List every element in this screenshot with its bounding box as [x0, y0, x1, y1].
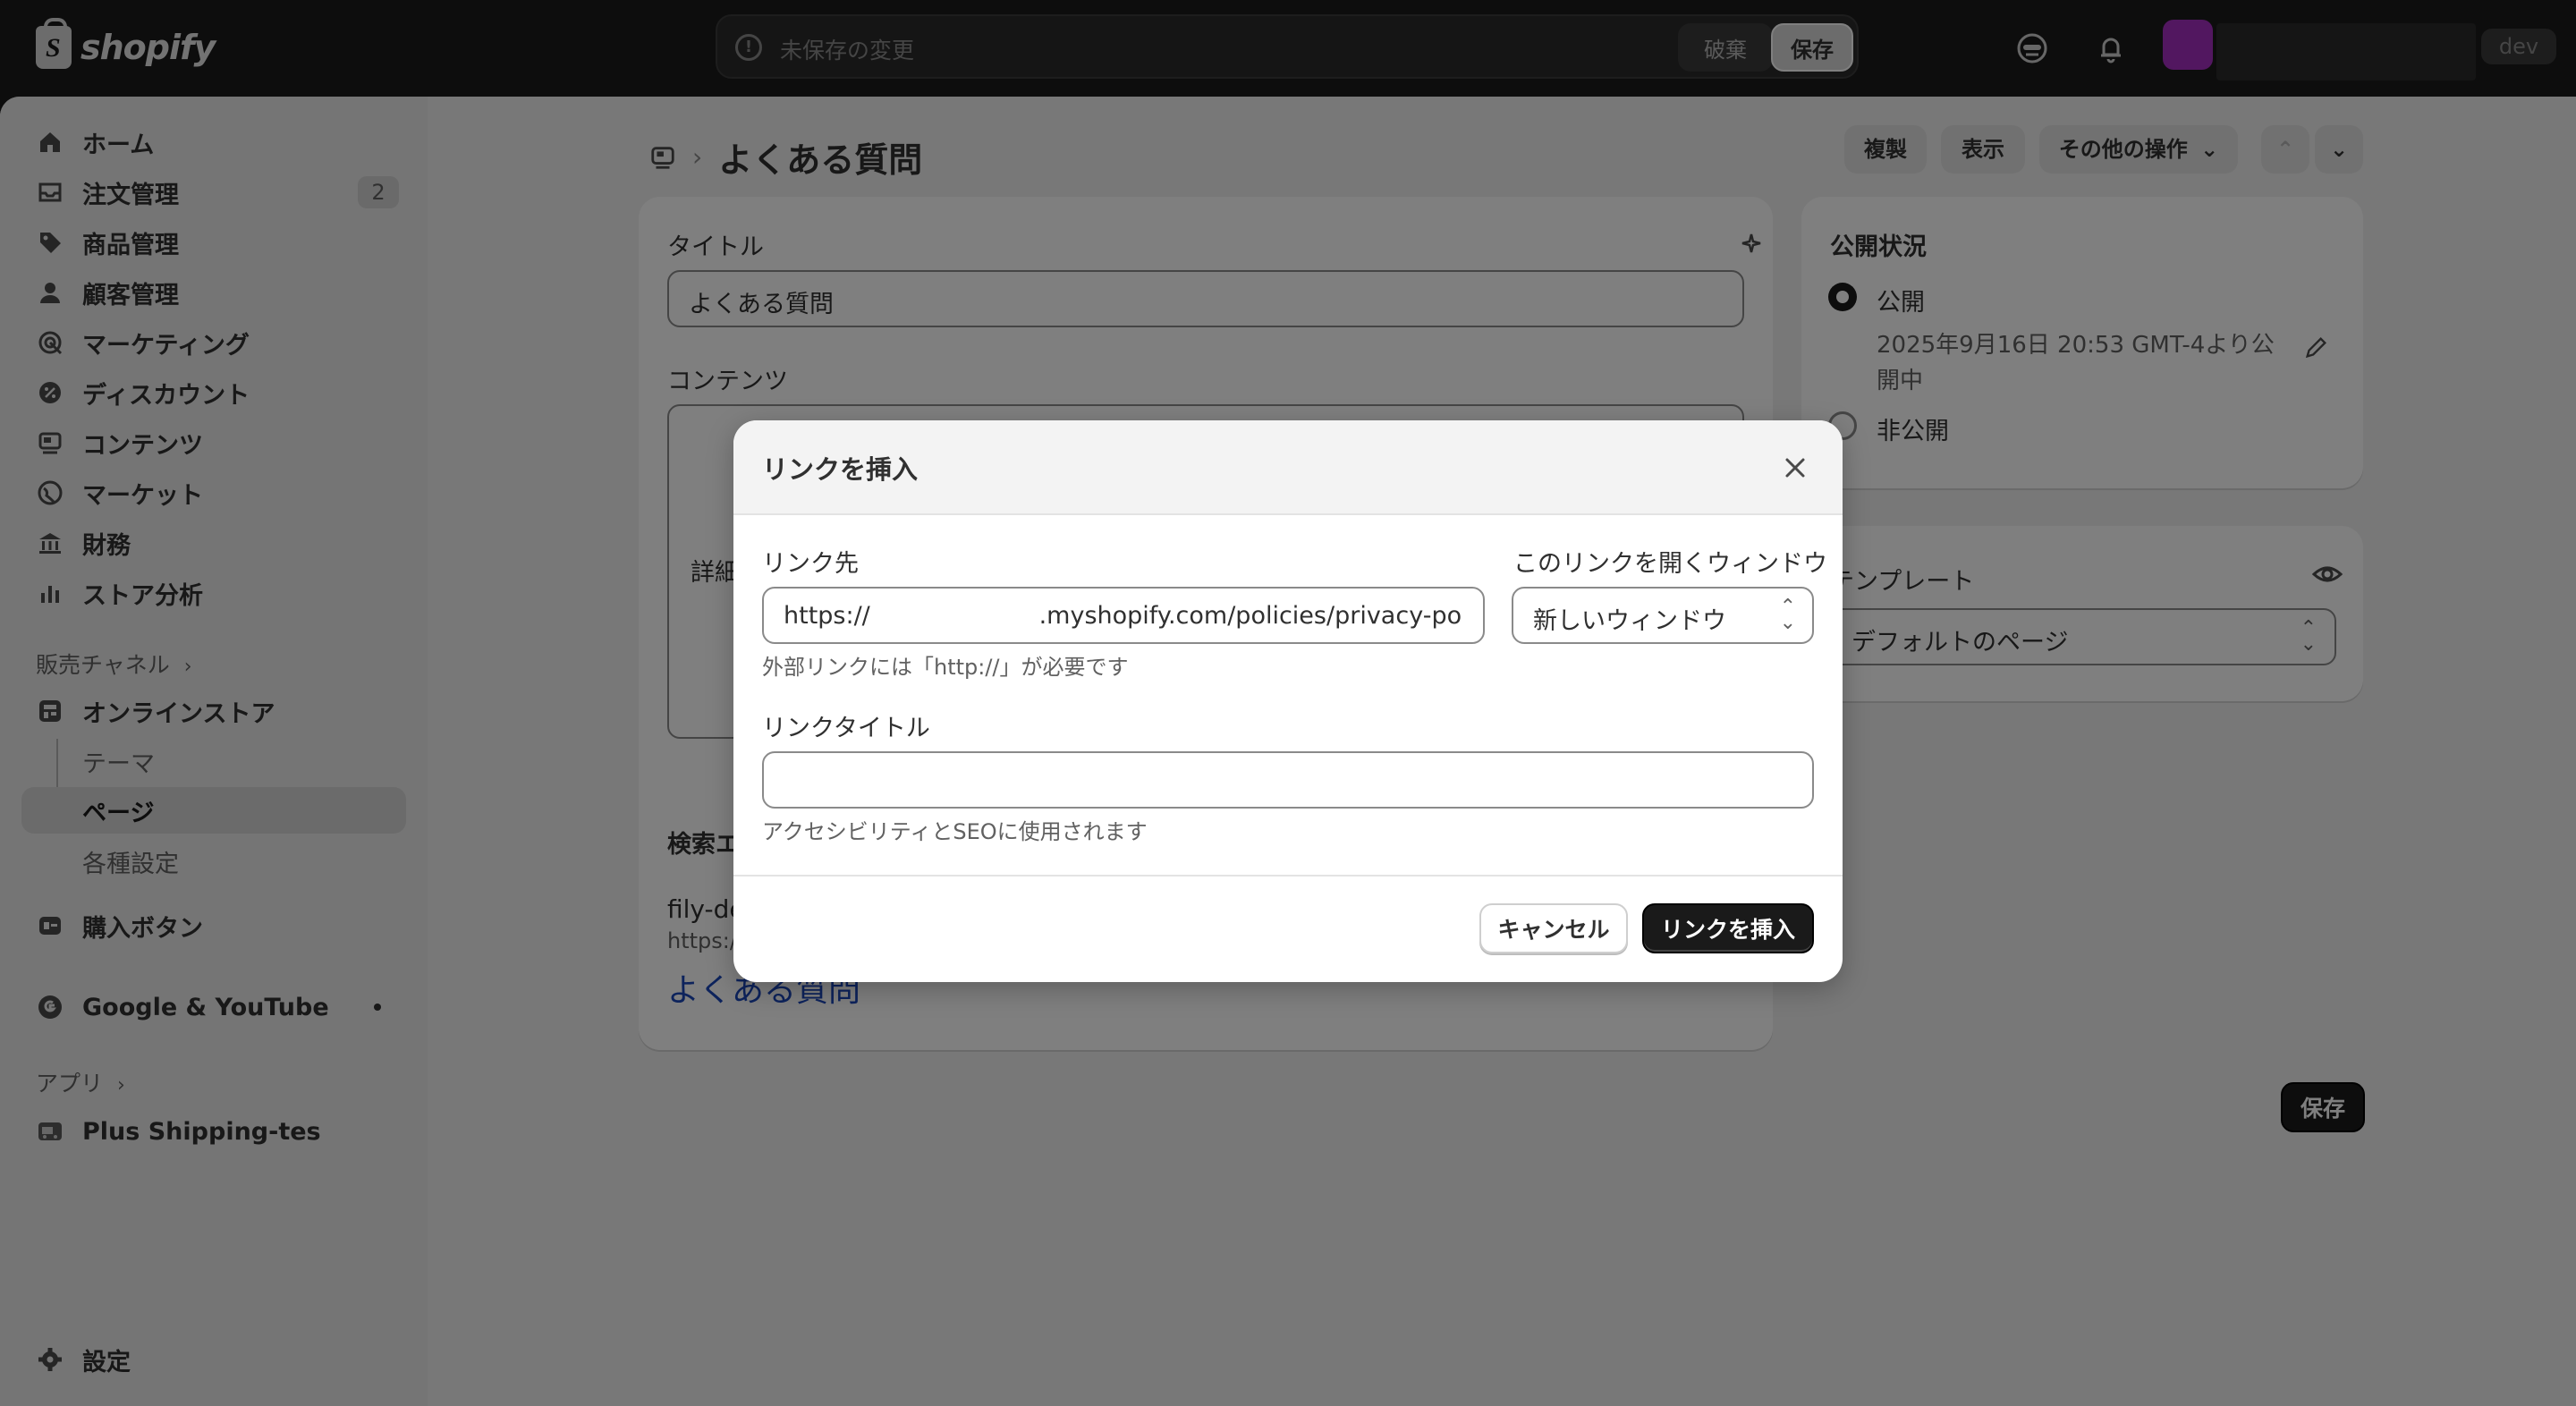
- link-title-help: アクセシビリティとSEOに使用されます: [762, 819, 1148, 844]
- select-arrows-icon: ⌃⌄: [1779, 596, 1796, 634]
- insert-link-button[interactable]: リンクを挿入: [1642, 903, 1814, 953]
- open-in-select[interactable]: 新しいウィンドウ ⌃ ⌄: [1512, 587, 1814, 644]
- close-icon[interactable]: [1780, 453, 1810, 483]
- link-to-label: リンク先: [762, 550, 859, 578]
- modal-title: リンクを挿入: [762, 454, 919, 485]
- link-url-input[interactable]: [762, 587, 1485, 644]
- link-title-label: リンクタイトル: [762, 715, 930, 742]
- link-title-input[interactable]: [762, 751, 1814, 809]
- modal-header: リンクを挿入: [733, 420, 1843, 515]
- link-to-help: 外部リンクには「http://」が必要です: [762, 655, 1129, 680]
- open-in-value: 新しいウィンドウ: [1533, 607, 1726, 635]
- cancel-button[interactable]: キャンセル: [1479, 903, 1628, 953]
- open-in-label: このリンクを開くウィンドウ: [1513, 550, 1827, 578]
- insert-link-modal: リンクを挿入 リンク先 外部リンクには「http://」が必要です このリンクを…: [733, 420, 1843, 982]
- modal-footer-divider: [733, 875, 1843, 877]
